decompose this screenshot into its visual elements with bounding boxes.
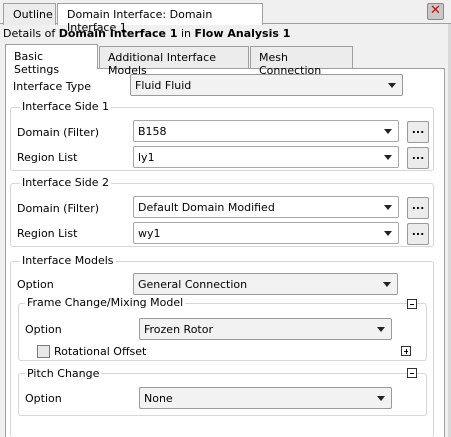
tab-outline[interactable]: Outline <box>3 3 56 25</box>
side2-domain-value: Default Domain Modified <box>138 201 275 214</box>
side1-domain-label: Domain (Filter) <box>17 126 100 139</box>
side2-region-label: Region List <box>17 227 78 240</box>
chevron-down-icon <box>384 129 392 134</box>
interface-type-select[interactable]: Fluid Fluid <box>130 74 403 96</box>
side2-domain-label: Domain (Filter) <box>17 202 100 215</box>
side2-region-value: wy1 <box>138 227 161 240</box>
tab-additional-interface-models[interactable]: Additional Interface Models <box>99 46 249 77</box>
pitch-option-value: None <box>144 392 173 405</box>
tab-domain-interface[interactable]: Domain Interface: Domain Interface 1 <box>57 3 263 34</box>
chevron-down-icon <box>384 231 392 236</box>
side1-region-value: ly1 <box>138 151 155 164</box>
chevron-down-icon <box>377 327 385 332</box>
ellipsis-icon: ... <box>411 199 425 212</box>
models-option-label: Option <box>17 278 54 291</box>
rotational-offset-checkbox[interactable] <box>37 345 50 358</box>
frame-option-label: Option <box>25 323 62 336</box>
tab-mesh-connection[interactable]: Mesh Connection <box>250 46 353 77</box>
details-object: Domain Interface 1 <box>58 27 178 40</box>
pitch-change-title: Pitch Change <box>25 367 102 380</box>
side1-domain-browse-button[interactable]: ... <box>407 121 429 143</box>
side2-domain-browse-button[interactable]: ... <box>407 197 429 219</box>
collapse-icon[interactable] <box>407 299 417 309</box>
interface-type-value: Fluid Fluid <box>135 79 192 92</box>
side2-region-browse-button[interactable]: ... <box>407 223 429 245</box>
side1-region-select[interactable]: ly1 <box>133 146 399 168</box>
interface-side-2-title: Interface Side 2 <box>20 176 112 189</box>
side1-domain-select[interactable]: B158 <box>133 120 399 142</box>
ellipsis-icon: ... <box>411 225 425 238</box>
tab-outline-label: Outline <box>13 8 53 21</box>
frame-option-value: Frozen Rotor <box>144 323 213 336</box>
tab-basic-settings-label: Basic Settings <box>14 50 60 76</box>
side2-region-select[interactable]: wy1 <box>133 222 399 244</box>
side2-domain-select[interactable]: Default Domain Modified <box>133 196 399 218</box>
side1-region-browse-button[interactable]: ... <box>407 147 429 169</box>
interface-models-title: Interface Models <box>20 254 116 267</box>
chevron-down-icon <box>377 396 385 401</box>
side1-region-label: Region List <box>17 151 78 164</box>
ellipsis-icon: ... <box>411 123 425 136</box>
frame-change-title: Frame Change/Mixing Model <box>25 296 186 309</box>
details-mid: in <box>177 27 195 40</box>
chevron-down-icon <box>384 205 392 210</box>
chevron-down-icon <box>388 83 396 88</box>
close-icon[interactable]: ✕ <box>427 3 444 20</box>
chevron-down-icon <box>384 155 392 160</box>
side1-domain-value: B158 <box>138 125 167 138</box>
details-header: Details of Domain Interface 1 in Flow An… <box>3 27 290 40</box>
models-option-select[interactable]: General Connection <box>133 273 398 295</box>
chevron-down-icon <box>383 282 391 287</box>
collapse-icon[interactable] <box>407 368 417 378</box>
frame-option-select[interactable]: Frozen Rotor <box>139 318 392 340</box>
expand-icon[interactable] <box>401 346 411 356</box>
models-option-value: General Connection <box>138 278 248 291</box>
interface-type-label: Interface Type <box>13 80 92 93</box>
ellipsis-icon: ... <box>411 149 425 162</box>
pitch-option-select[interactable]: None <box>139 387 392 409</box>
details-analysis: Flow Analysis 1 <box>194 27 291 40</box>
pitch-option-label: Option <box>25 392 62 405</box>
rotational-offset-label: Rotational Offset <box>54 345 147 358</box>
interface-side-1-title: Interface Side 1 <box>20 100 112 113</box>
details-prefix: Details of <box>3 27 59 40</box>
tab-basic-settings[interactable]: Basic Settings <box>5 44 98 76</box>
